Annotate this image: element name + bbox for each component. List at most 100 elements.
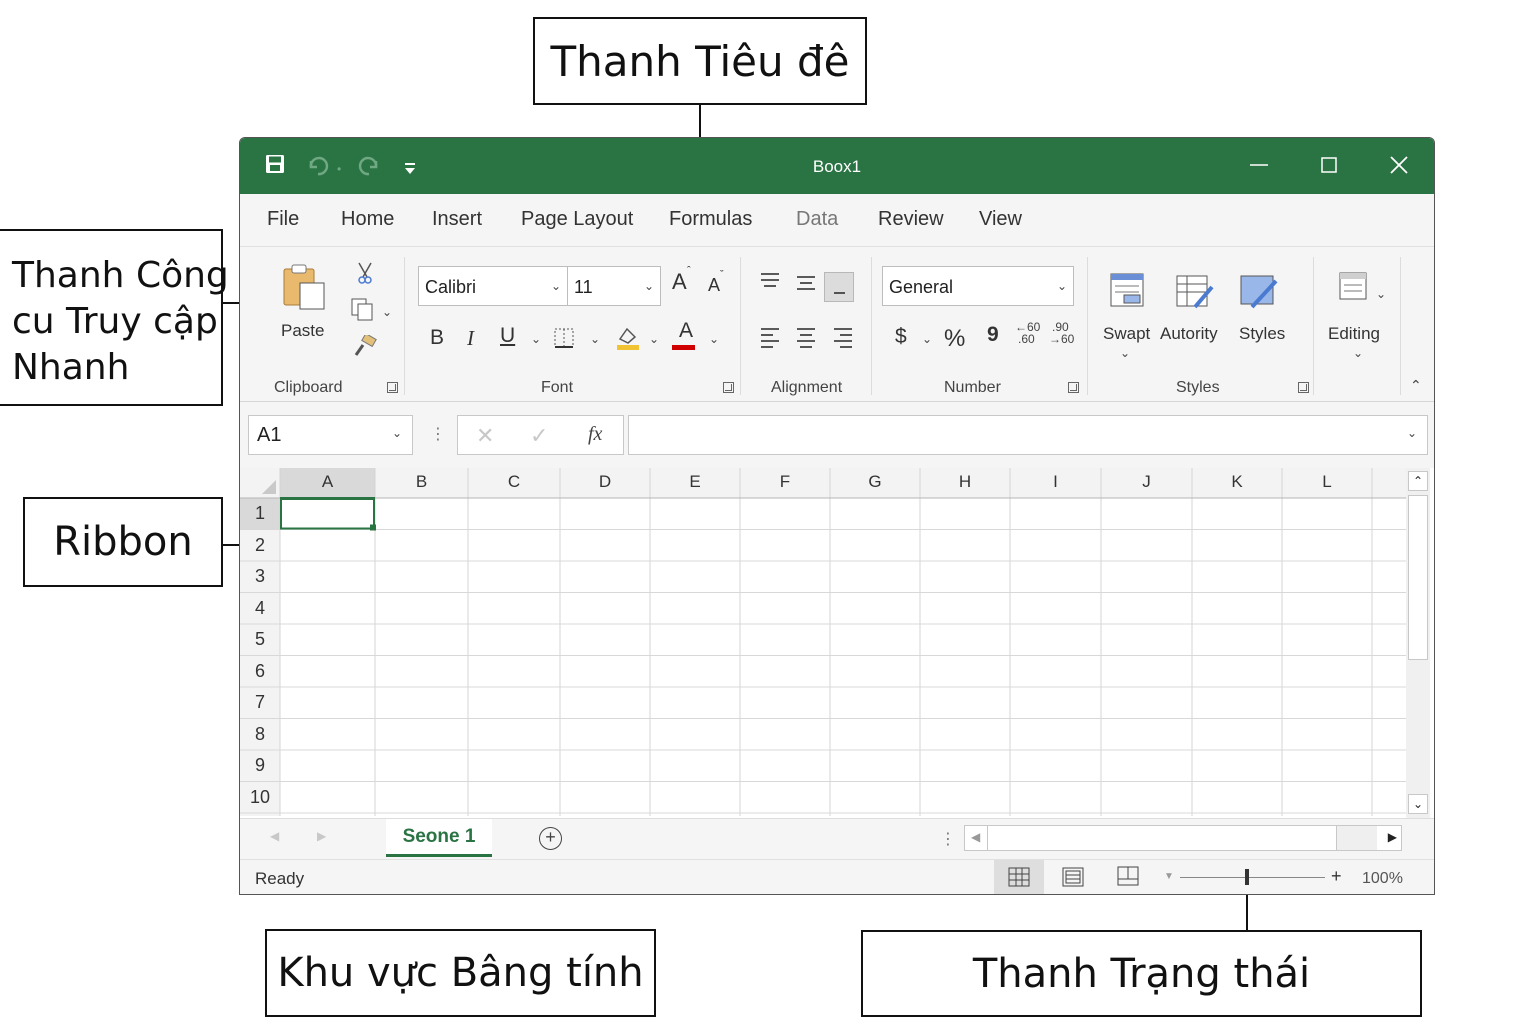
- vertical-scroll-thumb[interactable]: [1408, 495, 1428, 660]
- sheet-tab-active[interactable]: Seone 1: [386, 819, 492, 857]
- page-layout-view-button[interactable]: [1053, 860, 1093, 894]
- row-header[interactable]: 5: [240, 629, 280, 650]
- font-size-select[interactable]: 11 ⌄: [567, 266, 661, 306]
- row-header[interactable]: 8: [240, 724, 280, 745]
- page-break-view-button[interactable]: [1108, 860, 1148, 894]
- scroll-right-icon[interactable]: ▶: [1388, 830, 1397, 844]
- cut-icon[interactable]: [355, 261, 375, 290]
- increase-decimal-button[interactable]: ←60 .60: [1015, 321, 1040, 345]
- row-header[interactable]: 1: [240, 503, 280, 524]
- font-launcher-icon[interactable]: [723, 382, 734, 393]
- tab-review[interactable]: Review: [878, 208, 944, 231]
- currency-button[interactable]: $: [895, 325, 907, 349]
- copy-dropdown-icon[interactable]: ⌄: [382, 305, 392, 319]
- align-center-icon[interactable]: [796, 327, 816, 354]
- horizontal-scroll-thumb[interactable]: [987, 826, 1337, 850]
- zoom-in-icon[interactable]: +: [1331, 866, 1342, 887]
- font-color-button[interactable]: A: [679, 319, 693, 343]
- tab-file[interactable]: File: [267, 208, 299, 231]
- fill-color-icon[interactable]: [616, 325, 640, 356]
- copy-icon[interactable]: [350, 297, 376, 326]
- zoom-out-icon[interactable]: ▼: [1164, 871, 1174, 882]
- align-left-icon[interactable]: [760, 327, 780, 354]
- close-button[interactable]: [1376, 148, 1422, 182]
- row-header[interactable]: 2: [240, 535, 280, 556]
- column-header[interactable]: K: [1192, 472, 1282, 492]
- tab-split-grip-icon[interactable]: ⋮: [940, 829, 956, 849]
- column-header[interactable]: E: [650, 472, 740, 492]
- style-item-styles[interactable]: Styles: [1239, 324, 1285, 344]
- worksheet-grid[interactable]: A B C D E F G H I J K L 1 2 3 4 5 6 7 8 9 10: [240, 468, 1406, 816]
- editing-dropdown-icon[interactable]: ⌄: [1353, 346, 1363, 360]
- formula-input[interactable]: ⌄: [628, 415, 1428, 455]
- horizontal-scrollbar[interactable]: ◀ ▶: [964, 825, 1402, 851]
- styles-launcher-icon[interactable]: [1298, 382, 1309, 393]
- tab-data[interactable]: Data: [796, 208, 838, 231]
- underline-dropdown-icon[interactable]: ⌄: [531, 332, 541, 346]
- column-header[interactable]: G: [830, 472, 920, 492]
- font-name-select[interactable]: Calibri ⌄: [418, 266, 568, 306]
- name-box-chevron-icon[interactable]: ⌄: [392, 426, 402, 440]
- column-header[interactable]: A: [280, 472, 375, 492]
- column-header[interactable]: I: [1010, 472, 1101, 492]
- editing-icon[interactable]: [1338, 271, 1370, 308]
- column-header[interactable]: F: [740, 472, 830, 492]
- add-sheet-icon[interactable]: +: [539, 827, 562, 850]
- style-item-autority[interactable]: Autority: [1160, 324, 1218, 344]
- row-header[interactable]: 3: [240, 566, 280, 587]
- row-header[interactable]: 4: [240, 598, 280, 619]
- editing-label[interactable]: Editing: [1328, 324, 1380, 344]
- scroll-left-icon[interactable]: ◀: [971, 830, 980, 844]
- tab-home[interactable]: Home: [341, 208, 394, 231]
- align-top-icon[interactable]: [760, 272, 780, 295]
- tab-view[interactable]: View: [979, 208, 1022, 231]
- confirm-entry-icon[interactable]: ✓: [530, 423, 548, 449]
- borders-dropdown-icon[interactable]: ⌄: [590, 332, 600, 346]
- prev-sheet-icon[interactable]: ◀: [270, 829, 279, 843]
- scroll-down-icon[interactable]: ⌄: [1408, 794, 1428, 814]
- percent-button[interactable]: %: [944, 325, 965, 353]
- style-item-swapt[interactable]: Swapt: [1103, 324, 1150, 344]
- zoom-slider-track[interactable]: [1180, 877, 1325, 878]
- column-header[interactable]: C: [468, 472, 560, 492]
- fill-color-dropdown-icon[interactable]: ⌄: [649, 332, 659, 346]
- italic-button[interactable]: I: [467, 326, 474, 351]
- format-as-table-icon[interactable]: [1176, 275, 1214, 314]
- insert-function-icon[interactable]: fx: [588, 423, 602, 446]
- paste-icon[interactable]: [282, 263, 328, 316]
- next-sheet-icon[interactable]: ▶: [317, 829, 326, 843]
- column-header[interactable]: B: [375, 472, 468, 492]
- number-launcher-icon[interactable]: [1068, 382, 1079, 393]
- tab-formulas[interactable]: Formulas: [669, 208, 752, 231]
- align-right-icon[interactable]: [833, 327, 853, 354]
- cancel-entry-icon[interactable]: ✕: [476, 423, 494, 449]
- expand-formula-icon[interactable]: ⌄: [1407, 426, 1417, 440]
- underline-button[interactable]: U: [500, 324, 515, 348]
- column-header[interactable]: J: [1101, 472, 1192, 492]
- tab-page-layout[interactable]: Page Layout: [521, 208, 633, 231]
- row-header[interactable]: 9: [240, 755, 280, 776]
- align-bottom-button[interactable]: [824, 272, 854, 302]
- row-header[interactable]: 10: [240, 787, 280, 808]
- column-header[interactable]: H: [920, 472, 1010, 492]
- vertical-scrollbar[interactable]: ⌃ ⌄: [1406, 468, 1430, 818]
- align-middle-icon[interactable]: [796, 275, 816, 298]
- scroll-up-icon[interactable]: ⌃: [1408, 471, 1428, 491]
- column-header[interactable]: D: [560, 472, 650, 492]
- grow-font-button[interactable]: A: [672, 269, 687, 295]
- normal-view-button[interactable]: [994, 860, 1044, 894]
- row-header[interactable]: 7: [240, 692, 280, 713]
- format-painter-icon[interactable]: [353, 332, 377, 362]
- zoom-level[interactable]: 100%: [1362, 870, 1403, 888]
- clipboard-launcher-icon[interactable]: [387, 382, 398, 393]
- paste-label[interactable]: Paste: [281, 321, 324, 341]
- editing-side-dropdown-icon[interactable]: ⌄: [1376, 287, 1386, 301]
- swapt-dropdown-icon[interactable]: ⌄: [1120, 346, 1130, 360]
- shrink-font-button[interactable]: A: [708, 275, 720, 296]
- number-format-select[interactable]: General ⌄: [882, 266, 1074, 306]
- zoom-slider-thumb[interactable]: [1245, 869, 1249, 885]
- cell-styles-icon[interactable]: [1240, 275, 1278, 314]
- collapse-ribbon-icon[interactable]: ⌃: [1410, 377, 1422, 394]
- maximize-button[interactable]: [1306, 148, 1352, 182]
- name-box[interactable]: A1 ⌄: [248, 415, 413, 455]
